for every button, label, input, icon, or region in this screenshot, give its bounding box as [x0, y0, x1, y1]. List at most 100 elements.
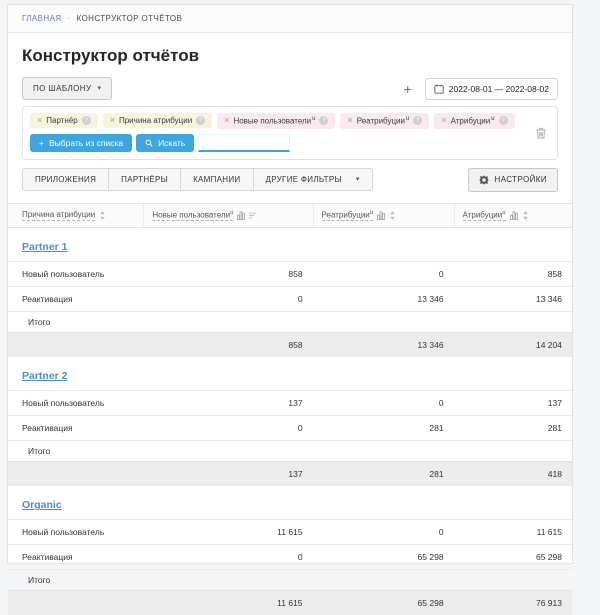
table-row: Новый пользователь 11 615 0 11 615: [8, 519, 572, 544]
select-from-list-button[interactable]: + Выбрать из списка: [30, 134, 132, 152]
gear-icon: [479, 175, 489, 185]
chip-help-icon[interactable]: ?: [196, 116, 205, 125]
filter-panel: × Партнёр ? × Причина атрибуции ? × Новы…: [22, 106, 558, 160]
totals-value: 137: [143, 462, 312, 486]
totals-value: 76 913: [454, 591, 572, 615]
group-link-organic[interactable]: Organic: [22, 499, 62, 511]
cell-value: 0: [313, 520, 454, 544]
search-icon: [145, 139, 153, 147]
filter-chip-attributions[interactable]: × Атрибуцииu ?: [434, 113, 514, 129]
group-link-partner-2[interactable]: Partner 2: [22, 370, 68, 382]
totals-value: 281: [313, 462, 454, 486]
group-heading: Partner 2: [8, 357, 572, 390]
subtotal-label-row: Итого: [8, 440, 572, 461]
breadcrumb-separator: ·: [68, 14, 71, 23]
totals-value: 418: [454, 462, 572, 486]
chip-help-icon[interactable]: ?: [319, 116, 328, 125]
bar-chart-icon[interactable]: [510, 211, 518, 220]
search-button-label: Искать: [158, 138, 185, 148]
chip-label: Причина атрибуции: [119, 116, 192, 125]
tab-other-filters[interactable]: ДРУГИЕ ФИЛЬТРЫ ▾: [253, 168, 373, 191]
tabs-row: ПРИЛОЖЕНИЯ ПАРТНЁРЫ КАМПАНИИ ДРУГИЕ ФИЛЬ…: [22, 168, 558, 192]
filter-actions-row: + Выбрать из списка Искать: [30, 134, 523, 152]
cell-value: 0: [143, 287, 312, 311]
sort-desc-icon[interactable]: [249, 212, 257, 219]
column-header-attribution-reason[interactable]: Причина атрибуции: [8, 204, 143, 228]
chip-help-icon[interactable]: ?: [499, 116, 508, 125]
totals-row: 11 615 65 298 76 913: [8, 590, 572, 615]
add-date-button[interactable]: +: [404, 82, 412, 96]
sort-icon[interactable]: [99, 211, 106, 220]
bar-chart-icon[interactable]: [237, 211, 245, 220]
cell-value: 281: [454, 416, 572, 440]
tab-partners[interactable]: ПАРТНЁРЫ: [108, 168, 181, 191]
settings-button-label: НАСТРОЙКИ: [495, 175, 547, 184]
bar-chart-icon[interactable]: [377, 211, 385, 220]
cell-value: 13 346: [313, 287, 454, 311]
column-header-new-users[interactable]: Новые пользователиu: [143, 204, 312, 228]
group-heading: Organic: [8, 486, 572, 519]
date-range-value: 2022-08-01 — 2022-08-02: [449, 84, 549, 94]
chip-remove-icon[interactable]: ×: [441, 116, 446, 125]
cell-value: 0: [313, 391, 454, 415]
chip-help-icon[interactable]: ?: [82, 116, 91, 125]
settings-button[interactable]: НАСТРОЙКИ: [468, 168, 558, 192]
date-controls: + 2022-08-01 — 2022-08-02: [404, 78, 558, 100]
totals-empty-cell: [8, 591, 143, 615]
totals-empty-cell: [8, 333, 143, 357]
cell-value: 11 615: [454, 520, 572, 544]
totals-value: 14 204: [454, 333, 572, 357]
totals-value: 858: [143, 333, 312, 357]
cell-value: 858: [143, 262, 312, 286]
chip-help-icon[interactable]: ?: [413, 116, 422, 125]
cell-value: 0: [143, 545, 312, 569]
table-header: Причина атрибуции Новые пользователиu Ре…: [8, 203, 572, 229]
tab-campaigns[interactable]: КАМПАНИИ: [180, 168, 253, 191]
search-button[interactable]: Искать: [136, 134, 194, 152]
chevron-down-icon: ▾: [356, 176, 360, 183]
breadcrumb-home-link[interactable]: ГЛАВНАЯ: [22, 14, 62, 23]
table-row: Реактивация 0 13 346 13 346: [8, 286, 572, 311]
column-header-attributions[interactable]: Атрибуцииu: [454, 204, 572, 228]
group-link-partner-1[interactable]: Partner 1: [22, 241, 68, 253]
chip-label: Атрибуцииu: [451, 116, 495, 126]
chip-remove-icon[interactable]: ×: [37, 116, 42, 125]
filter-chip-partner[interactable]: × Партнёр ?: [30, 113, 98, 128]
tab-applications[interactable]: ПРИЛОЖЕНИЯ: [22, 168, 109, 191]
column-header-reattributions[interactable]: Реатрибуцииu: [313, 204, 454, 228]
chevron-down-icon: ▾: [97, 85, 101, 92]
cell-value: 137: [143, 391, 312, 415]
filter-chip-attribution-reason[interactable]: × Причина атрибуции ?: [103, 113, 212, 128]
date-range-button[interactable]: 2022-08-01 — 2022-08-02: [425, 78, 558, 100]
totals-empty-cell: [8, 462, 143, 486]
template-button-label: ПО ШАБЛОНУ: [33, 84, 91, 93]
chip-remove-icon[interactable]: ×: [224, 116, 229, 125]
chip-remove-icon[interactable]: ×: [347, 116, 352, 125]
trash-icon: [535, 126, 547, 139]
breadcrumb: ГЛАВНАЯ · КОНСТРУКТОР ОТЧЁТОВ: [8, 5, 572, 33]
totals-row: 137 281 418: [8, 461, 572, 486]
filter-chip-reattributions[interactable]: × Реатрибуцииu ?: [340, 113, 429, 129]
row-label: Новый пользователь: [8, 262, 143, 286]
sort-icon[interactable]: [522, 211, 529, 220]
table-row: Реактивация 0 281 281: [8, 415, 572, 440]
search-input[interactable]: [198, 134, 290, 152]
table-row: Новый пользователь 137 0 137: [8, 390, 572, 415]
chip-remove-icon[interactable]: ×: [110, 116, 115, 125]
clear-filters-button[interactable]: [535, 126, 547, 139]
page-title: Конструктор отчётов: [22, 46, 558, 66]
cell-value: 137: [454, 391, 572, 415]
table-row: Реактивация 0 65 298 65 298: [8, 544, 572, 569]
cell-value: 858: [454, 262, 572, 286]
filter-chip-new-users[interactable]: × Новые пользователиu ?: [217, 113, 335, 129]
cell-value: 65 298: [313, 545, 454, 569]
template-button[interactable]: ПО ШАБЛОНУ ▾: [22, 77, 112, 100]
totals-value: 13 346: [313, 333, 454, 357]
row-label: Реактивация: [8, 287, 143, 311]
select-from-list-label: Выбрать из списка: [49, 138, 123, 148]
subtotal-label-row: Итого: [8, 311, 572, 332]
group-heading: Partner 1: [8, 228, 572, 261]
table-row: Новый пользователь 858 0 858: [8, 261, 572, 286]
chip-label: Реатрибуцииu: [357, 116, 410, 126]
sort-icon[interactable]: [389, 211, 396, 220]
